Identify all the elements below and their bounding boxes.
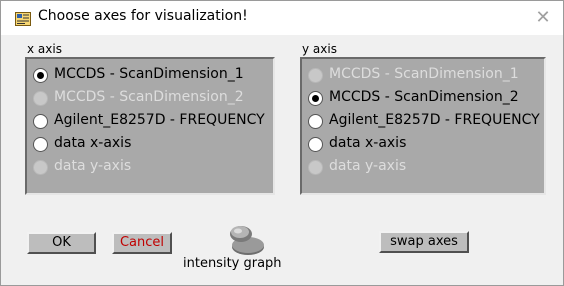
x-axis-option: MCCDS - ScanDimension_2 bbox=[33, 89, 273, 109]
radio-option-label: data y-axis bbox=[54, 158, 132, 174]
x-axis-radio-group: MCCDS - ScanDimension_1 MCCDS - ScanDimen… bbox=[25, 57, 275, 195]
y-axis-radio-group: MCCDS - ScanDimension_1 MCCDS - ScanDimen… bbox=[300, 57, 546, 195]
radio-unselected-icon bbox=[308, 68, 323, 83]
intensity-graph-toggle-switch[interactable] bbox=[226, 223, 272, 257]
window-title: Choose axes for visualization! bbox=[38, 8, 248, 24]
radio-unselected-icon bbox=[33, 91, 48, 106]
radio-unselected-icon[interactable] bbox=[33, 114, 48, 129]
x-axis-option: data y-axis bbox=[33, 158, 273, 178]
radio-option-label: MCCDS - ScanDimension_2 bbox=[54, 89, 244, 105]
y-axis-option[interactable]: MCCDS - ScanDimension_2 bbox=[308, 89, 544, 109]
y-axis-option[interactable]: data x-axis bbox=[308, 135, 544, 155]
radio-option-label: data y-axis bbox=[329, 158, 407, 174]
radio-option-label: data x-axis bbox=[54, 135, 132, 151]
radio-option-label: Agilent_E8257D - FREQUENCY bbox=[54, 112, 265, 128]
radio-option-label: MCCDS - ScanDimension_2 bbox=[329, 89, 519, 105]
swap-axes-button[interactable]: swap axes bbox=[379, 231, 469, 253]
radio-selected-icon[interactable] bbox=[308, 91, 323, 106]
y-axis-option[interactable]: Agilent_E8257D - FREQUENCY bbox=[308, 112, 544, 132]
y-axis-option: MCCDS - ScanDimension_1 bbox=[308, 66, 544, 86]
intensity-graph-label: intensity graph bbox=[183, 256, 282, 271]
radio-unselected-icon[interactable] bbox=[33, 137, 48, 152]
radio-option-label: data x-axis bbox=[329, 135, 407, 151]
radio-unselected-icon[interactable] bbox=[308, 114, 323, 129]
ok-button[interactable]: OK bbox=[27, 232, 96, 254]
y-axis-label: y axis bbox=[302, 42, 337, 56]
x-axis-option[interactable]: MCCDS - ScanDimension_1 bbox=[33, 66, 273, 86]
cancel-button[interactable]: Cancel bbox=[112, 232, 172, 254]
radio-unselected-icon[interactable] bbox=[308, 137, 323, 152]
x-axis-option[interactable]: data x-axis bbox=[33, 135, 273, 155]
dialog-window: Choose axes for visualization! ✕ x axis … bbox=[0, 0, 564, 286]
radio-unselected-icon bbox=[33, 160, 48, 175]
radio-option-label: Agilent_E8257D - FREQUENCY bbox=[329, 112, 540, 128]
x-axis-label: x axis bbox=[27, 42, 62, 56]
radio-dot-icon bbox=[37, 72, 44, 79]
y-axis-option: data y-axis bbox=[308, 158, 544, 178]
close-icon[interactable]: ✕ bbox=[531, 7, 555, 29]
x-axis-option[interactable]: Agilent_E8257D - FREQUENCY bbox=[33, 112, 273, 132]
radio-option-label: MCCDS - ScanDimension_1 bbox=[329, 66, 519, 82]
radio-unselected-icon bbox=[308, 160, 323, 175]
labview-app-icon bbox=[15, 12, 31, 26]
radio-selected-icon[interactable] bbox=[33, 68, 48, 83]
radio-dot-icon bbox=[312, 95, 319, 102]
title-bar: Choose axes for visualization! ✕ bbox=[1, 1, 563, 35]
radio-option-label: MCCDS - ScanDimension_1 bbox=[54, 66, 244, 82]
